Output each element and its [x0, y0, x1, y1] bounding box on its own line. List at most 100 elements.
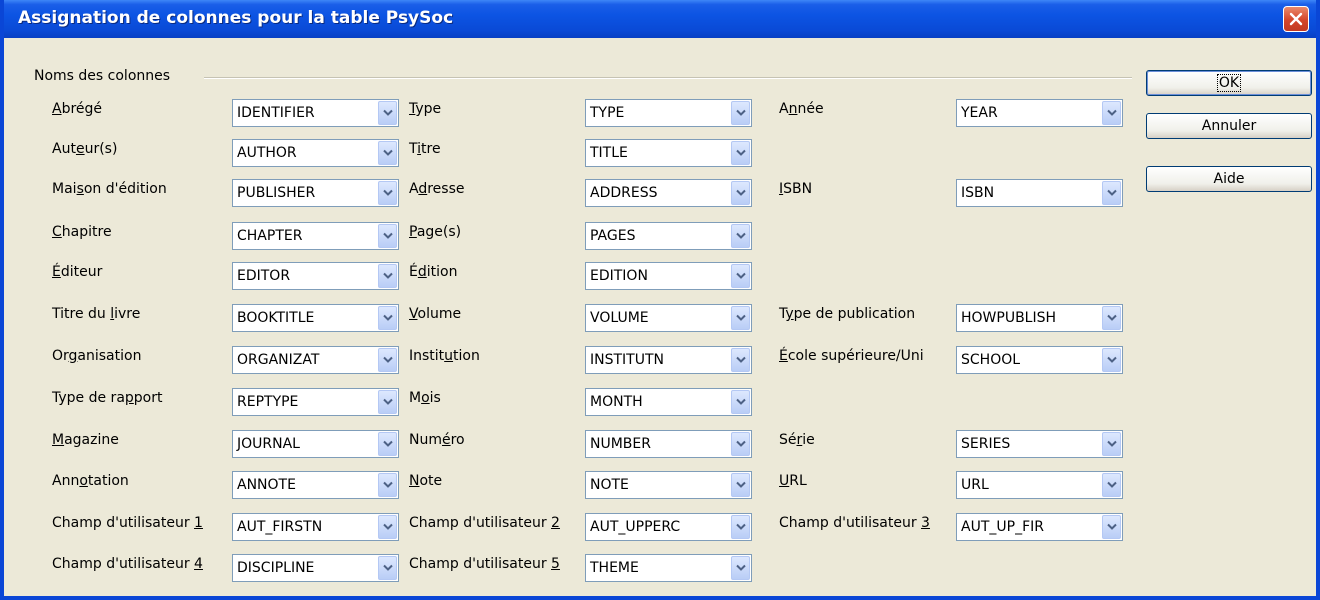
combo-champ-1[interactable]: AUT_FIRSTN [232, 513, 399, 541]
combo-champ-5[interactable]: THEME [585, 554, 752, 582]
dropdown-arrow-button[interactable] [731, 432, 750, 456]
label-magazine: Magazine [52, 432, 119, 448]
dropdown-arrow-button[interactable] [1102, 348, 1121, 372]
dropdown-arrow-button[interactable] [378, 515, 397, 539]
combo-adresse[interactable]: ADDRESS [585, 179, 752, 207]
cancel-button[interactable]: Annuler [1146, 113, 1312, 139]
dropdown-arrow-button[interactable] [378, 264, 397, 288]
dropdown-arrow-button[interactable] [378, 390, 397, 414]
dropdown-arrow-button[interactable] [378, 181, 397, 205]
combo-edition[interactable]: EDITION [585, 262, 752, 290]
label-type-rapport: Type de rapport [52, 390, 163, 406]
dropdown-arrow-button[interactable] [378, 224, 397, 248]
label-numero: Numéro [409, 432, 465, 448]
combo-institution[interactable]: INSTITUTN [585, 346, 752, 374]
label-mnemonic: o [79, 473, 88, 489]
label-text: ote [419, 473, 443, 489]
label-champ-2: Champ d'utilisateur 2 [409, 515, 560, 531]
dropdown-arrow-button[interactable] [731, 224, 750, 248]
label-text: olume [417, 306, 462, 322]
combo-annotation[interactable]: ANNOTE [232, 471, 399, 499]
combo-value: DISCIPLINE [237, 560, 315, 576]
combo-mois[interactable]: MONTH [585, 388, 752, 416]
combo-organisation[interactable]: ORGANIZAT [232, 346, 399, 374]
combo-chapitre[interactable]: CHAPTER [232, 222, 399, 250]
label-mnemonic: 2 [551, 515, 560, 531]
combo-value: AUT_UP_FIR [961, 519, 1044, 535]
dropdown-arrow-button[interactable] [731, 141, 750, 165]
chevron-down-icon [736, 149, 746, 156]
label-text: Mai [52, 181, 77, 197]
combo-value: TYPE [590, 105, 625, 121]
combo-ecole[interactable]: SCHOOL [956, 346, 1123, 374]
dropdown-arrow-button[interactable] [1102, 432, 1121, 456]
label-mnemonic: C [52, 224, 62, 240]
combo-type[interactable]: TYPE [585, 99, 752, 127]
label-text: is [429, 390, 441, 406]
combo-numero[interactable]: NUMBER [585, 430, 752, 458]
help-button[interactable]: Aide [1146, 166, 1312, 192]
combo-titre-livre[interactable]: BOOKTITLE [232, 304, 399, 332]
combo-type-rapport[interactable]: REPTYPE [232, 388, 399, 416]
combo-volume[interactable]: VOLUME [585, 304, 752, 332]
close-icon [1289, 12, 1303, 26]
dropdown-arrow-button[interactable] [1102, 473, 1121, 497]
combo-url[interactable]: URL [956, 471, 1123, 499]
combo-value: IDENTIFIER [237, 105, 315, 121]
label-text: resse [427, 181, 465, 197]
title-bar[interactable]: Assignation de colonnes pour la table Ps… [4, 0, 1316, 38]
dropdown-arrow-button[interactable] [378, 556, 397, 580]
label-text: Champ d'utilisateur [409, 515, 552, 531]
dropdown-arrow-button[interactable] [378, 432, 397, 456]
combo-champ-3[interactable]: AUT_UP_FIR [956, 513, 1123, 541]
dropdown-arrow-button[interactable] [1102, 101, 1121, 125]
combo-value: REPTYPE [237, 394, 299, 410]
dropdown-arrow-button[interactable] [731, 181, 750, 205]
combo-note[interactable]: NOTE [585, 471, 752, 499]
combo-titre[interactable]: TITLE [585, 139, 752, 167]
combo-abrege[interactable]: IDENTIFIER [232, 99, 399, 127]
combo-maison-edition[interactable]: PUBLISHER [232, 179, 399, 207]
combo-type-publication[interactable]: HOWPUBLISH [956, 304, 1123, 332]
dropdown-arrow-button[interactable] [731, 515, 750, 539]
combo-value: PUBLISHER [237, 185, 316, 201]
dropdown-arrow-button[interactable] [731, 101, 750, 125]
dropdown-arrow-button[interactable] [378, 348, 397, 372]
label-text: pe de publication [793, 306, 916, 322]
label-text: née [797, 101, 824, 117]
dropdown-arrow-button[interactable] [731, 556, 750, 580]
label-mnemonic: 4 [194, 556, 203, 572]
combo-auteurs[interactable]: AUTHOR [232, 139, 399, 167]
dropdown-arrow-button[interactable] [1102, 181, 1121, 205]
dropdown-arrow-button[interactable] [731, 264, 750, 288]
label-editeur: Éditeur [52, 264, 102, 280]
label-text: diteur [60, 264, 103, 280]
combo-isbn[interactable]: ISBN [956, 179, 1123, 207]
combo-champ-4[interactable]: DISCIPLINE [232, 554, 399, 582]
combo-value: SERIES [961, 436, 1011, 452]
combo-magazine[interactable]: JOURNAL [232, 430, 399, 458]
dropdown-arrow-button[interactable] [731, 473, 750, 497]
label-mois: Mois [409, 390, 441, 406]
chevron-down-icon [1107, 314, 1117, 321]
close-button[interactable] [1283, 6, 1309, 32]
dropdown-arrow-button[interactable] [378, 306, 397, 330]
combo-pages[interactable]: PAGES [585, 222, 752, 250]
dropdown-arrow-button[interactable] [1102, 515, 1121, 539]
combo-editeur[interactable]: EDITOR [232, 262, 399, 290]
dropdown-arrow-button[interactable] [1102, 306, 1121, 330]
chevron-down-icon [1107, 440, 1117, 447]
label-chapitre: Chapitre [52, 224, 112, 240]
combo-serie[interactable]: SERIES [956, 430, 1123, 458]
dropdown-arrow-button[interactable] [378, 473, 397, 497]
dropdown-arrow-button[interactable] [731, 390, 750, 414]
combo-champ-2[interactable]: AUT_UPPERC [585, 513, 752, 541]
combo-annee[interactable]: YEAR [956, 99, 1123, 127]
label-text: ition [426, 264, 458, 280]
dropdown-arrow-button[interactable] [378, 101, 397, 125]
dropdown-arrow-button[interactable] [378, 141, 397, 165]
dropdown-arrow-button[interactable] [731, 306, 750, 330]
dropdown-arrow-button[interactable] [731, 348, 750, 372]
ok-button[interactable]: OK [1146, 70, 1312, 96]
label-text: ur(s) [84, 141, 118, 157]
